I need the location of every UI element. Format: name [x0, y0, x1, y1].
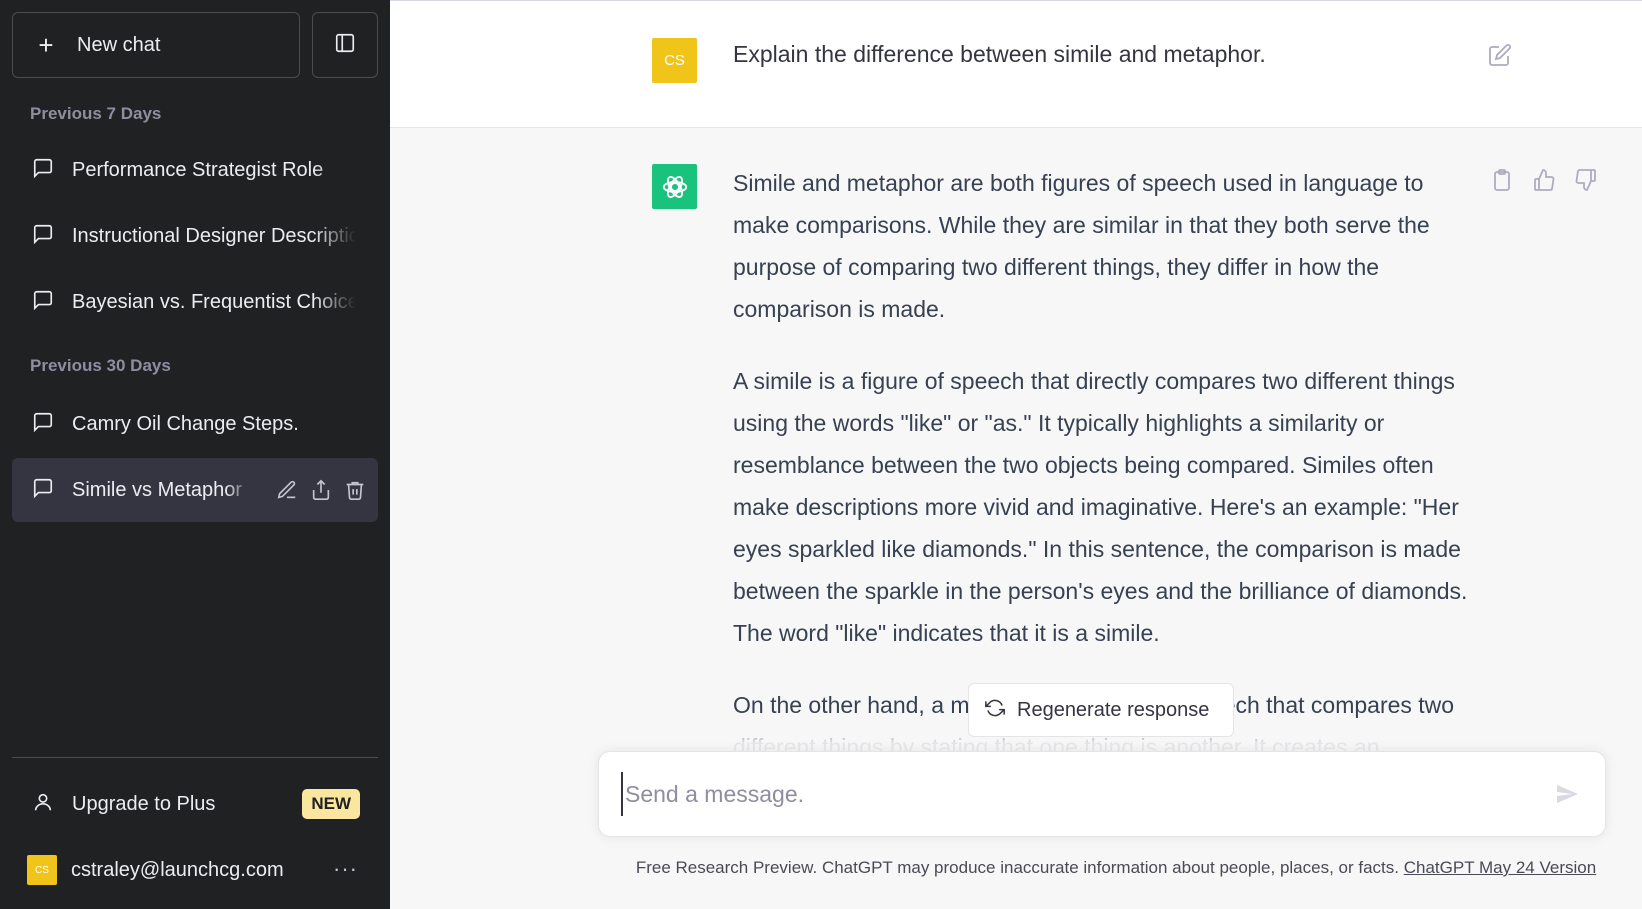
share-icon[interactable]	[310, 479, 332, 501]
assistant-paragraph: A simile is a figure of speech that dire…	[733, 368, 1468, 646]
send-icon[interactable]	[1555, 782, 1579, 811]
sidebar-toggle-icon	[334, 32, 356, 59]
footer-disclaimer: Free Research Preview. ChatGPT may produ…	[390, 858, 1642, 878]
regenerate-response-button[interactable]: Regenerate response	[968, 683, 1234, 737]
user-message-text: Explain the difference between simile an…	[733, 41, 1266, 67]
assistant-paragraph: Simile and metaphor are both figures of …	[733, 170, 1430, 322]
openai-logo-icon	[662, 175, 687, 198]
chat-bubble-icon	[32, 223, 54, 250]
sidebar-toggle-button[interactable]	[312, 12, 378, 78]
assistant-avatar	[652, 164, 697, 209]
section-label-previous-30-days: Previous 30 Days	[30, 356, 171, 375]
sidebar-chat-title: Simile vs Metaphor	[72, 478, 243, 501]
avatar: CS	[27, 855, 57, 885]
clipboard-icon[interactable]	[1490, 168, 1514, 192]
sidebar-chat-item[interactable]: Camry Oil Change Steps.	[12, 392, 378, 456]
chat-bubble-icon	[32, 289, 54, 316]
upgrade-label: Upgrade to Plus	[72, 792, 216, 815]
message-composer	[598, 751, 1606, 837]
upgrade-to-plus-button[interactable]: Upgrade to Plus NEW	[12, 772, 378, 836]
message-input[interactable]	[621, 772, 1521, 816]
account-menu[interactable]: CS cstraley@launchcg.com ···	[12, 838, 378, 902]
user-avatar: CS	[652, 38, 697, 83]
trash-icon[interactable]	[344, 479, 366, 501]
chat-bubble-icon	[32, 411, 54, 438]
sidebar-chat-title: Bayesian vs. Frequentist Choice	[72, 290, 356, 313]
section-label-previous-7-days: Previous 7 Days	[30, 104, 162, 123]
assistant-actions	[1490, 168, 1598, 192]
sidebar-divider	[12, 757, 378, 758]
pencil-icon[interactable]	[276, 479, 298, 501]
sidebar-chat-title: Instructional Designer Description	[72, 224, 356, 247]
thumbs-up-icon[interactable]	[1532, 168, 1556, 192]
regenerate-label: Regenerate response	[1017, 698, 1210, 721]
chat-bubble-icon	[32, 157, 54, 184]
sidebar-chat-title: Camry Oil Change Steps.	[72, 412, 299, 435]
edit-icon[interactable]	[1488, 43, 1512, 72]
thumbs-down-icon[interactable]	[1574, 168, 1598, 192]
main-chat-area: CS Explain the difference between simile…	[390, 0, 1642, 909]
sidebar-chat-item-active[interactable]: Simile vs Metaphor	[12, 458, 378, 522]
sidebar-chat-item[interactable]: Instructional Designer Description	[12, 204, 378, 268]
more-options-icon[interactable]: ···	[333, 856, 358, 882]
version-link[interactable]: ChatGPT May 24 Version	[1404, 858, 1596, 877]
sidebar-chat-item[interactable]: Performance Strategist Role	[12, 138, 378, 202]
footer-text: Free Research Preview. ChatGPT may produ…	[635, 858, 1404, 877]
new-badge: NEW	[302, 789, 360, 819]
sidebar-chat-item[interactable]: Bayesian vs. Frequentist Choice	[12, 270, 378, 334]
refresh-icon	[985, 698, 1005, 723]
account-email: cstraley@launchcg.com	[71, 858, 284, 881]
plus-icon: +	[38, 30, 54, 60]
chat-item-actions	[276, 458, 366, 522]
sidebar: + New chat Previous 7 Days Performance S…	[0, 0, 390, 909]
chat-bubble-icon	[32, 477, 54, 504]
new-chat-label: New chat	[77, 33, 161, 56]
user-icon	[32, 791, 54, 818]
user-message-row: CS Explain the difference between simile…	[390, 0, 1642, 128]
sidebar-chat-title: Performance Strategist Role	[72, 158, 324, 181]
new-chat-button[interactable]: + New chat	[12, 12, 300, 78]
